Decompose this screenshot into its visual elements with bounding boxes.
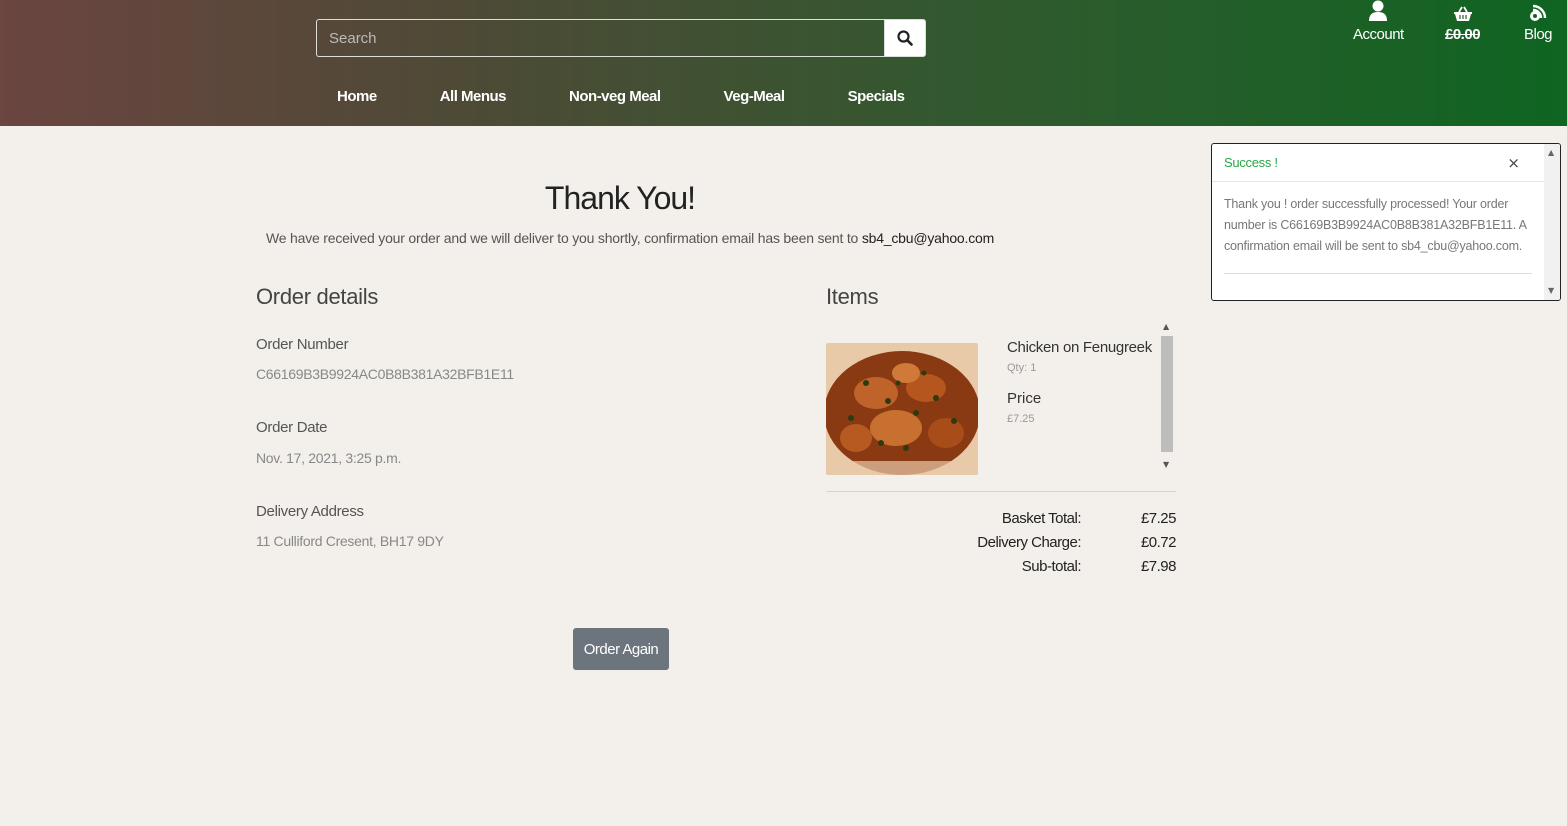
items-heading: Items [826, 284, 879, 309]
search-box [316, 19, 926, 57]
order-totals: Basket Total: £7.25 Delivery Charge: £0.… [960, 510, 1176, 582]
nav-all-menus[interactable]: All Menus [440, 88, 507, 105]
search-button[interactable] [884, 19, 926, 57]
basket-total-row: Basket Total: £7.25 [960, 510, 1177, 534]
order-number-value: C66169B3B9924AC0B8B381A32BFB1E11 [256, 366, 514, 382]
nav-non-veg-meal[interactable]: Non-veg Meal [569, 88, 661, 105]
page-title: Thank You! [544, 180, 696, 216]
scroll-up-icon[interactable]: ▲ [1163, 322, 1169, 331]
toast-scroll-up-icon[interactable]: ▲ [1548, 148, 1554, 157]
sub-total-label: Sub-total: [1021, 558, 1082, 575]
success-toast: Success ! × Thank you ! order successful… [1211, 143, 1561, 301]
item-qty: Qty: 1 [1007, 362, 1037, 374]
items-scrollbar[interactable]: ▲ ▼ [1160, 322, 1174, 472]
basket-link[interactable]: £0.00 [1445, 0, 1481, 43]
user-icon [1369, 0, 1388, 21]
item-price: £7.25 [1007, 413, 1035, 425]
account-link[interactable]: Account [1353, 0, 1404, 43]
order-again-button[interactable]: Order Again [573, 628, 669, 670]
confirmation-message: We have received your order and we will … [266, 230, 994, 246]
delivery-address-value: 11 Culliford Cresent, BH17 9DY [256, 533, 444, 549]
order-date-value: Nov. 17, 2021, 3:25 p.m. [256, 450, 402, 466]
scrollbar-thumb[interactable] [1161, 336, 1173, 452]
blog-icon [1530, 4, 1547, 21]
toast-title: Success ! [1224, 155, 1278, 170]
basket-icon [1453, 6, 1472, 21]
nav-veg-meal[interactable]: Veg-Meal [724, 88, 786, 105]
basket-total: £0.00 [1445, 26, 1481, 43]
search-icon [897, 30, 913, 46]
search-input[interactable] [316, 19, 884, 57]
toast-scrollbar[interactable]: ▲ ▼ [1544, 144, 1560, 300]
account-label: Account [1353, 26, 1404, 43]
toast-divider [1224, 273, 1532, 274]
basket-total-value: £7.25 [1140, 510, 1177, 527]
site-header: Home All Menus Non-veg Meal Veg-Meal Spe… [0, 0, 1567, 126]
close-icon[interactable]: × [1507, 154, 1520, 172]
sub-total-value: £7.98 [1140, 558, 1177, 575]
order-date-label: Order Date [256, 419, 328, 436]
blog-link[interactable]: Blog [1524, 0, 1553, 43]
order-details-heading: Order details [256, 284, 379, 309]
blog-label: Blog [1524, 26, 1553, 43]
order-number-label: Order Number [256, 336, 349, 353]
sub-total-row: Sub-total: £7.98 [960, 558, 1177, 582]
nav-home[interactable]: Home [337, 88, 377, 105]
delivery-charge-label: Delivery Charge: [977, 534, 1081, 551]
items-divider [826, 491, 1176, 492]
delivery-charge-row: Delivery Charge: £0.72 [960, 534, 1176, 558]
confirmation-text: We have received your order and we will … [266, 230, 859, 246]
item-price-label: Price [1007, 390, 1042, 407]
toast-header: Success ! × [1212, 144, 1544, 182]
main-nav: Home All Menus Non-veg Meal Veg-Meal Spe… [337, 88, 967, 105]
toast-scroll-down-icon[interactable]: ▼ [1548, 286, 1554, 295]
item-name: Chicken on Fenugreek [1007, 339, 1152, 356]
nav-specials[interactable]: Specials [848, 88, 905, 105]
toast-message: Thank you ! order successfully processed… [1224, 197, 1527, 253]
delivery-address-label: Delivery Address [256, 503, 364, 520]
confirmation-email: sb4_cbu@yahoo.com [861, 230, 995, 246]
scroll-down-icon[interactable]: ▼ [1163, 460, 1169, 469]
basket-total-label: Basket Total: [1001, 510, 1082, 527]
delivery-charge-value: £0.72 [1140, 534, 1177, 551]
item-image [826, 343, 978, 475]
